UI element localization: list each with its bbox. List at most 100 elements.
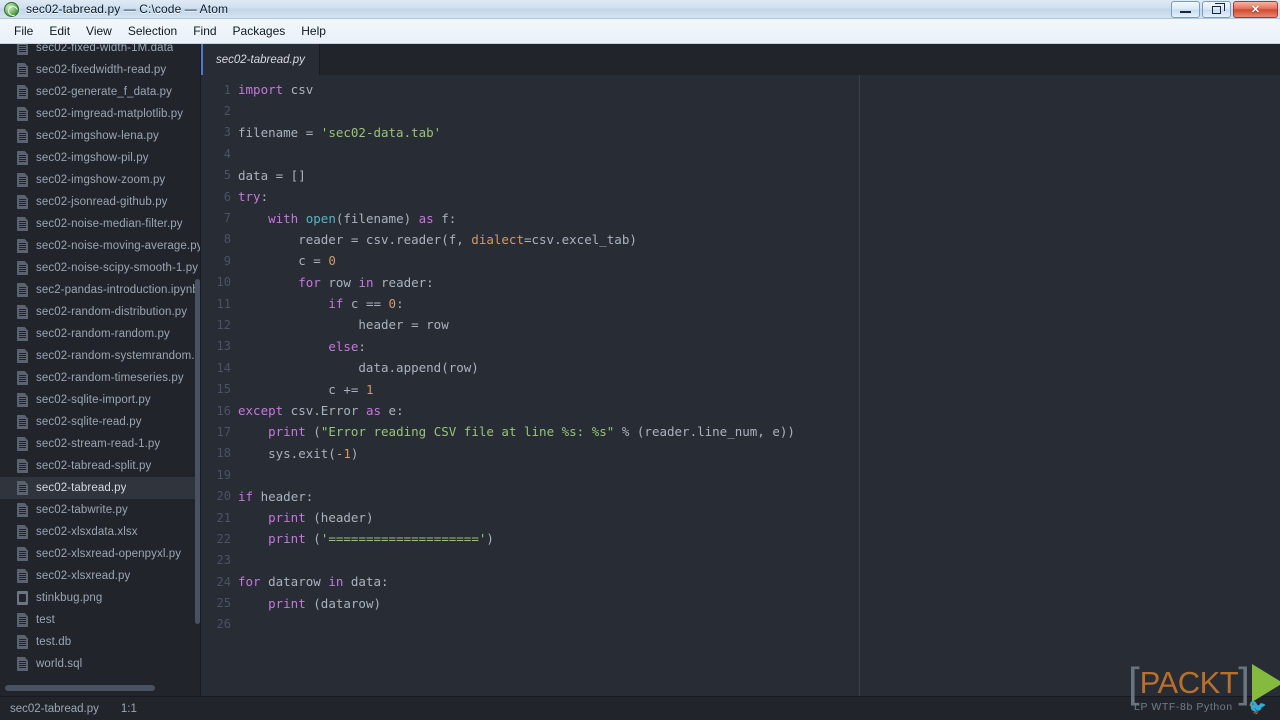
menu-item-packages[interactable]: Packages xyxy=(225,21,294,41)
close-button[interactable]: ✕ xyxy=(1233,1,1278,18)
code-token: '====================' xyxy=(320,531,487,547)
file-name-label: sec02-xlsxdata.xlsx xyxy=(36,526,138,538)
menu-item-view[interactable]: View xyxy=(78,21,120,41)
code-token: : xyxy=(358,338,366,354)
file-icon xyxy=(17,305,28,319)
code-token: reader = csv.reader(f, xyxy=(238,231,472,247)
code-line: 3 filename = 'sec02-data.tab' xyxy=(201,122,1280,143)
file-icon xyxy=(17,657,28,671)
code-line-text: if header: xyxy=(238,489,313,504)
file-name-label: sec02-tabread-split.py xyxy=(36,460,152,472)
file-name-label: sec02-xlsxread-openpyxl.py xyxy=(36,548,182,560)
code-line: 10 for row in reader: xyxy=(201,272,1280,293)
file-list-item[interactable]: sec02-random-random.py xyxy=(0,323,201,345)
sidebar-horizontal-scrollbar-thumb[interactable] xyxy=(5,685,155,691)
file-name-label: sec2-pandas-introduction.ipynb xyxy=(36,284,199,296)
minimize-button[interactable] xyxy=(1171,1,1200,18)
menu-item-edit[interactable]: Edit xyxy=(41,21,78,41)
file-list-item[interactable]: sec2-pandas-introduction.ipynb xyxy=(0,279,201,301)
file-list-item[interactable]: sec02-sqlite-read.py xyxy=(0,411,201,433)
file-list-item[interactable]: sec02-stream-read-1.py xyxy=(0,433,201,455)
file-list-item[interactable]: sec02-random-systemrandom.py xyxy=(0,345,201,367)
code-token: print xyxy=(268,595,306,611)
file-list-item[interactable]: sec02-tabread-split.py xyxy=(0,455,201,477)
tree-view-sidebar[interactable]: sec02-fixed-width-1M.data sec02-fixedwidt… xyxy=(0,44,201,696)
code-line: 14 data.append(row) xyxy=(201,357,1280,378)
status-file-name[interactable]: sec02-tabread.py xyxy=(10,703,99,715)
code-line-text: header = row xyxy=(238,317,448,332)
tab-bar-empty-area xyxy=(319,44,1280,75)
code-token: sys.exit( xyxy=(238,445,336,461)
tab-sec02-tabread[interactable]: sec02-tabread.py xyxy=(201,44,320,75)
code-line: 1 import csv xyxy=(201,79,1280,100)
code-editor[interactable]: 1 import csv 2 3 filename = 'sec02-data.tab'… xyxy=(201,75,1280,696)
line-number: 7 xyxy=(223,211,231,226)
code-token: c = xyxy=(238,253,329,269)
file-name-label: sec02-imgshow-zoom.py xyxy=(36,174,166,186)
file-list-item[interactable]: sec02-jsonread-github.py xyxy=(0,191,201,213)
file-list-item[interactable]: sec02-tabread.py xyxy=(0,477,201,499)
code-token: ) xyxy=(486,531,494,547)
file-icon xyxy=(17,503,28,517)
menu-item-find[interactable]: Find xyxy=(185,21,224,41)
file-list-item[interactable]: test.db xyxy=(0,631,201,653)
close-icon: ✕ xyxy=(1250,4,1261,16)
sidebar-horizontal-scrollbar-track[interactable] xyxy=(0,680,201,696)
code-token: for xyxy=(238,574,261,590)
code-token: except xyxy=(238,403,284,419)
file-list-item[interactable]: sec02-noise-moving-average.py xyxy=(0,235,201,257)
file-list-item[interactable]: sec02-imgshow-pil.py xyxy=(0,147,201,169)
line-number: 6 xyxy=(223,189,231,204)
file-list-item[interactable]: sec02-random-timeseries.py xyxy=(0,367,201,389)
file-list-item[interactable]: sec02-imgread-matplotlib.py xyxy=(0,103,201,125)
file-list-item[interactable]: sec02-xlsxdata.xlsx xyxy=(0,521,201,543)
code-token: data.append(row) xyxy=(238,360,479,376)
menu-item-selection[interactable]: Selection xyxy=(120,21,185,41)
window-controls: ✕ xyxy=(1171,1,1278,18)
code-line: 15 c += 1 xyxy=(201,378,1280,399)
code-line-text: for datarow in data: xyxy=(238,574,389,589)
code-line-text: data.append(row) xyxy=(238,360,479,376)
code-token: if xyxy=(238,488,254,504)
file-list-item[interactable]: sec02-tabwrite.py xyxy=(0,499,201,521)
code-token: as xyxy=(418,210,434,226)
file-list-item[interactable]: sec02-imgshow-lena.py xyxy=(0,125,201,147)
file-list-item[interactable]: sec02-sqlite-import.py xyxy=(0,389,201,411)
file-list-item[interactable]: sec02-imgshow-zoom.py xyxy=(0,169,201,191)
code-line: 12 header = row xyxy=(201,314,1280,335)
file-name-label: sec02-random-systemrandom.py xyxy=(36,350,201,362)
file-list-item[interactable]: sec02-noise-median-filter.py xyxy=(0,213,201,235)
file-name-label: sec02-imgread-matplotlib.py xyxy=(36,108,184,120)
code-line-text: except csv.Error as e: xyxy=(238,403,404,418)
code-token: (header) xyxy=(305,510,374,525)
file-icon xyxy=(17,85,28,99)
file-list-item[interactable]: sec02-random-distribution.py xyxy=(0,301,201,323)
menu-item-help[interactable]: Help xyxy=(293,21,334,41)
status-bar: sec02-tabread.py 1:1 xyxy=(0,696,1280,720)
file-name-label: sec02-noise-moving-average.py xyxy=(36,240,201,252)
file-icon xyxy=(17,547,28,561)
code-line-text: data = [] xyxy=(238,168,306,183)
code-line-text: c += 1 xyxy=(238,382,373,397)
code-line-text: try: xyxy=(238,189,268,204)
file-list-item[interactable]: stinkbug.png xyxy=(0,587,201,609)
file-list-item[interactable]: sec02-generate_f_data.py xyxy=(0,81,201,103)
file-list-item[interactable]: world.sql xyxy=(0,653,201,675)
file-list-item[interactable]: sec02-fixed-width-1M.data xyxy=(0,44,201,59)
code-token: open xyxy=(305,210,336,226)
file-name-label: sec02-random-random.py xyxy=(36,328,170,340)
tab-label: sec02-tabread.py xyxy=(216,53,305,66)
status-cursor-position[interactable]: 1:1 xyxy=(121,703,137,715)
file-list-item[interactable]: sec02-noise-scipy-smooth-1.py xyxy=(0,257,201,279)
file-list-item[interactable]: sec02-fixedwidth-read.py xyxy=(0,59,201,81)
line-number: 25 xyxy=(216,596,231,611)
file-list-item[interactable]: test xyxy=(0,609,201,631)
menu-item-file[interactable]: File xyxy=(6,21,41,41)
file-list-item[interactable]: sec02-xlsxread-openpyxl.py xyxy=(0,543,201,565)
line-number: 20 xyxy=(216,489,231,504)
restore-button[interactable] xyxy=(1202,1,1231,18)
file-list-item[interactable]: sec02-xlsxread.py xyxy=(0,565,201,587)
line-number: 24 xyxy=(216,574,231,589)
